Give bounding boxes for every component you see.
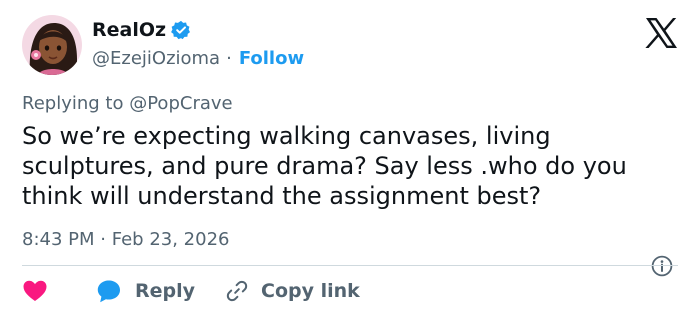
like-button[interactable] bbox=[22, 279, 48, 303]
tweet-text: So we’re expecting walking canvases, liv… bbox=[22, 122, 627, 210]
replying-handle[interactable]: @PopCrave bbox=[129, 93, 232, 114]
display-name-row: RealOz bbox=[92, 19, 191, 41]
link-icon bbox=[226, 280, 248, 302]
action-bar: Reply Copy link bbox=[22, 276, 360, 306]
replying-to: Replying to @PopCrave bbox=[22, 93, 233, 114]
tweet-time: 8:43 PM bbox=[22, 229, 95, 250]
copy-link-button[interactable]: Copy link bbox=[225, 279, 360, 303]
reply-button[interactable]: Reply bbox=[96, 278, 195, 304]
reply-bubble-icon bbox=[97, 280, 120, 303]
verified-badge-icon bbox=[171, 20, 191, 40]
divider bbox=[22, 265, 678, 266]
heart-icon bbox=[23, 280, 47, 301]
replying-prefix: Replying to bbox=[22, 93, 124, 114]
tweet-timestamp[interactable]: 8:43 PM · Feb 23, 2026 bbox=[22, 229, 229, 250]
user-handle[interactable]: @EzejiOzioma bbox=[92, 48, 220, 69]
avatar[interactable] bbox=[22, 15, 82, 75]
info-icon[interactable] bbox=[651, 255, 673, 277]
handle-separator: · bbox=[226, 48, 232, 69]
reply-label: Reply bbox=[135, 280, 196, 302]
tweet-date: Feb 23, 2026 bbox=[111, 229, 230, 250]
x-logo-icon[interactable] bbox=[644, 17, 678, 49]
handle-row: @EzejiOzioma · Follow bbox=[92, 48, 304, 69]
avatar-image bbox=[22, 15, 82, 75]
copy-link-label: Copy link bbox=[261, 280, 360, 302]
follow-button[interactable]: Follow bbox=[239, 48, 304, 69]
display-name[interactable]: RealOz bbox=[92, 19, 166, 41]
timestamp-separator: · bbox=[100, 229, 106, 250]
tweet-card: RealOz @EzejiOzioma · Follow Replying to… bbox=[0, 0, 700, 318]
